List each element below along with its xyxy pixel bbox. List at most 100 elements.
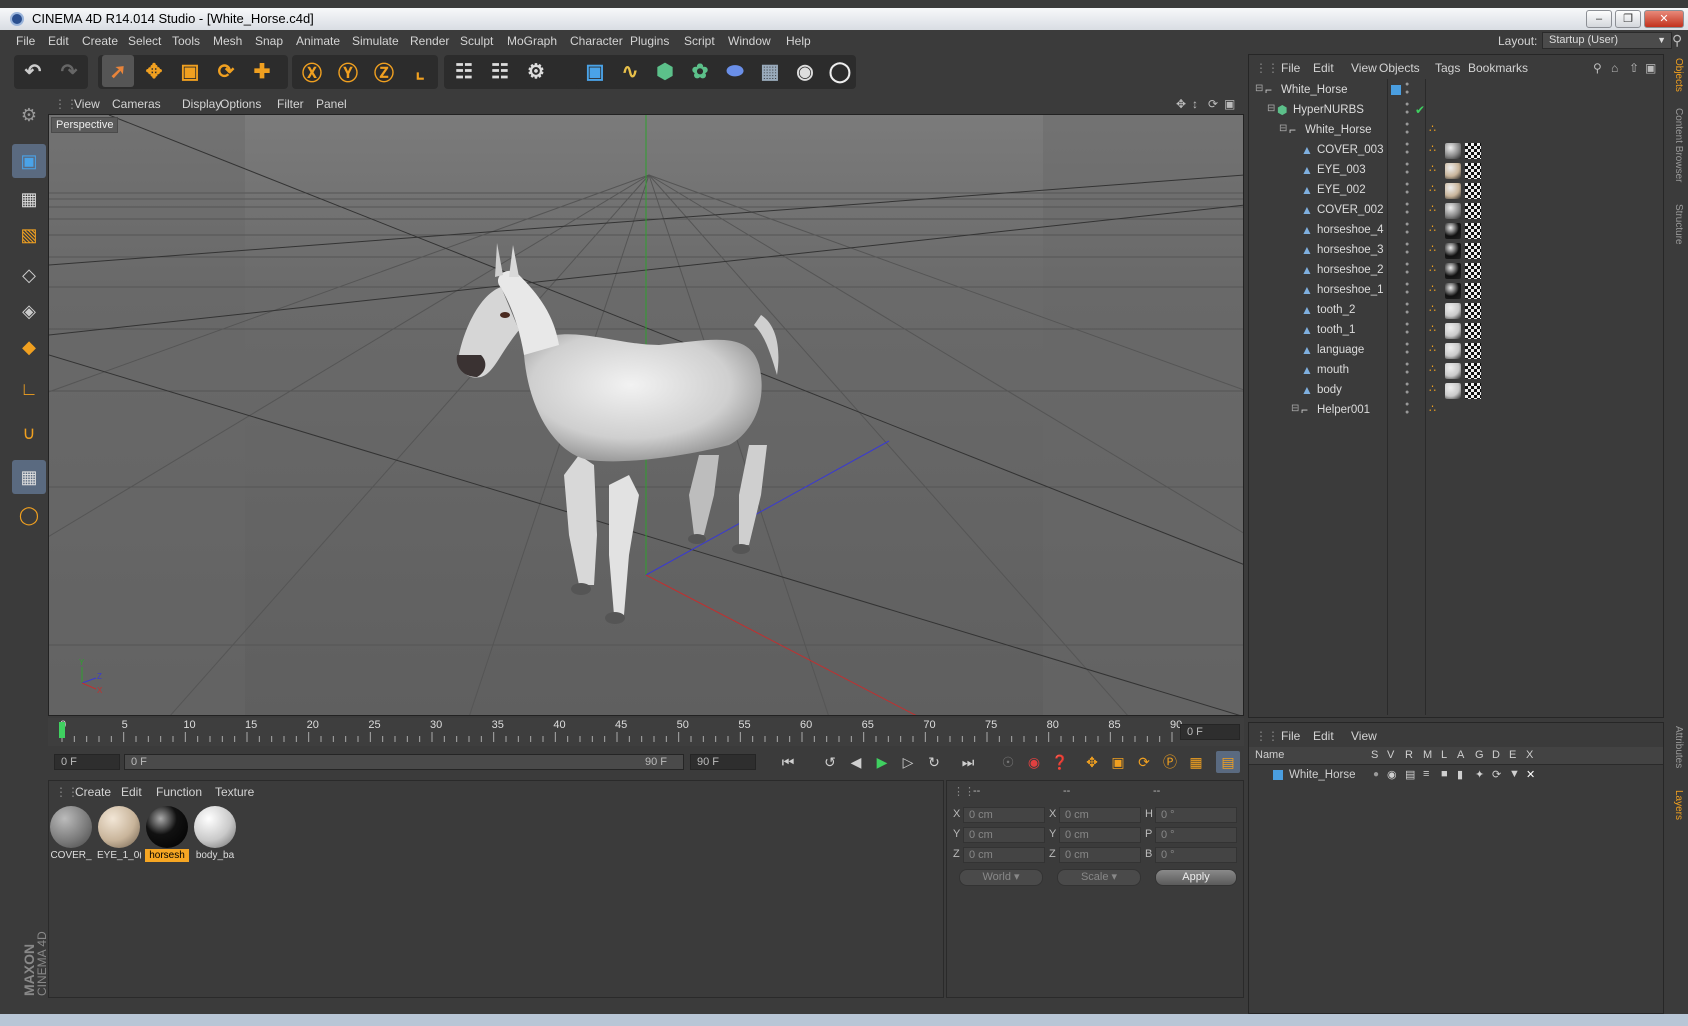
enabled-check-icon[interactable]: ✔: [1415, 103, 1425, 117]
visibility-dots[interactable]: ● ●: [1405, 101, 1409, 117]
uvw-tag-icon[interactable]: [1465, 243, 1481, 259]
up-level-icon[interactable]: ⇧: [1629, 61, 1639, 75]
uvw-tag-icon[interactable]: [1465, 283, 1481, 299]
uvw-tag-icon[interactable]: [1465, 323, 1481, 339]
layers-menu-file[interactable]: File: [1281, 729, 1300, 743]
objects-menu-file[interactable]: File: [1281, 61, 1300, 75]
phong-tag-icon[interactable]: ∴: [1429, 322, 1436, 335]
visibility-dots[interactable]: ● ●: [1405, 141, 1409, 157]
next-key-icon[interactable]: ↻: [922, 751, 946, 773]
uvw-tag-icon[interactable]: [1465, 143, 1481, 159]
layer-view-toggle-icon[interactable]: ◉: [1387, 768, 1397, 781]
material-menu-edit[interactable]: Edit: [121, 785, 142, 799]
phong-tag-icon[interactable]: ∴: [1429, 202, 1436, 215]
menu-mesh[interactable]: Mesh: [213, 34, 242, 48]
pos-z-field[interactable]: 0 cm: [963, 847, 1045, 863]
object-name[interactable]: horseshoe_2: [1317, 264, 1384, 276]
object-row[interactable]: ▲ mouth ● ● ∴: [1249, 361, 1663, 381]
material-tag-icon[interactable]: [1445, 363, 1461, 379]
timeline-window-icon[interactable]: ▤: [1216, 751, 1240, 773]
phong-tag-icon[interactable]: ∴: [1429, 402, 1436, 415]
viewport-menu-panel[interactable]: Panel: [316, 97, 347, 111]
layer-col-animation[interactable]: A: [1457, 749, 1464, 761]
previous-frame-icon[interactable]: ◀: [844, 751, 868, 773]
frame-range-slider[interactable]: 0 F 90 F: [124, 754, 684, 770]
viewport-menu-view[interactable]: View: [74, 97, 100, 111]
object-name[interactable]: EYE_002: [1317, 184, 1366, 196]
material-tag-icon[interactable]: [1445, 163, 1461, 179]
uvw-tag-icon[interactable]: [1465, 303, 1481, 319]
layer-col-generators[interactable]: G: [1475, 749, 1484, 761]
phong-tag-icon[interactable]: ∴: [1429, 262, 1436, 275]
menu-window[interactable]: Window: [728, 34, 771, 48]
material-tag-icon[interactable]: [1445, 303, 1461, 319]
layer-render-toggle-icon[interactable]: ▤: [1405, 768, 1415, 781]
close-button[interactable]: ✕: [1644, 10, 1684, 28]
rot-h-field[interactable]: 0 °: [1155, 807, 1237, 823]
object-name[interactable]: White_Horse: [1305, 124, 1371, 136]
cube-object-icon[interactable]: ▣: [579, 55, 611, 87]
key-scale-icon[interactable]: ▣: [1106, 751, 1130, 773]
object-row[interactable]: ⌐ ⊟ Helper001 ● ● ∴: [1249, 401, 1663, 421]
deformer-object-icon[interactable]: ⬬: [719, 55, 751, 87]
layer-color-swatch[interactable]: [1273, 770, 1283, 780]
visibility-dots[interactable]: ● ●: [1405, 241, 1409, 257]
menu-simulate[interactable]: Simulate: [352, 34, 399, 48]
object-row[interactable]: ▲ horseshoe_3 ● ● ∴: [1249, 241, 1663, 261]
material-swatch-body[interactable]: body_ba: [193, 805, 237, 863]
menu-tools[interactable]: Tools: [172, 34, 200, 48]
menu-mograph[interactable]: MoGraph: [507, 34, 557, 48]
pos-y-field[interactable]: 0 cm: [963, 827, 1045, 843]
visibility-dots[interactable]: ● ●: [1405, 281, 1409, 297]
phong-tag-icon[interactable]: ∴: [1429, 142, 1436, 155]
material-swatch-eye[interactable]: EYE_1_0(: [97, 805, 141, 863]
material-tag-icon[interactable]: [1445, 243, 1461, 259]
layer-animation-toggle-icon[interactable]: ▮: [1457, 768, 1463, 781]
play-icon[interactable]: ▶: [870, 751, 894, 773]
material-menu-create[interactable]: Create: [75, 785, 111, 799]
search-icon[interactable]: ⚲: [1672, 32, 1682, 49]
edges-mode-icon[interactable]: ◈: [12, 294, 46, 328]
visibility-dots[interactable]: ● ●: [1405, 181, 1409, 197]
key-rotation-icon[interactable]: ⟳: [1132, 751, 1156, 773]
new-window-icon[interactable]: ▣: [1645, 61, 1656, 75]
material-tag-icon[interactable]: [1445, 143, 1461, 159]
layer-expressions-toggle-icon[interactable]: ▼: [1509, 768, 1520, 780]
apply-button[interactable]: Apply: [1155, 869, 1237, 886]
visibility-dots[interactable]: ● ●: [1405, 381, 1409, 397]
phong-tag-icon[interactable]: ∴: [1429, 342, 1436, 355]
objects-menu-view[interactable]: View: [1351, 61, 1377, 75]
layer-col-view[interactable]: V: [1387, 749, 1394, 761]
model-mode-icon[interactable]: ▣: [12, 144, 46, 178]
coordinate-system-icon[interactable]: ⌞: [404, 55, 436, 87]
layer-color-swatch[interactable]: [1391, 85, 1401, 95]
tab-attributes[interactable]: Attributes: [1668, 726, 1684, 768]
material-swatch-horseshoe[interactable]: horsesh: [145, 805, 189, 863]
object-name[interactable]: tooth_2: [1317, 304, 1355, 316]
timeline-ruler[interactable]: 051015202530354045505560657075808590 0 F: [48, 718, 1244, 746]
render-settings-icon[interactable]: ⚙: [520, 55, 552, 87]
object-name[interactable]: horseshoe_4: [1317, 224, 1384, 236]
viewport-rotate-icon[interactable]: ⟳: [1208, 97, 1218, 111]
layer-deformers-toggle-icon[interactable]: ⟳: [1492, 768, 1501, 781]
go-to-end-icon[interactable]: ⏭: [956, 751, 980, 773]
visibility-dots[interactable]: ● ●: [1405, 321, 1409, 337]
current-frame-field[interactable]: 0 F: [1180, 724, 1240, 740]
tab-content-browser[interactable]: Content Browser: [1668, 108, 1684, 182]
visibility-dots[interactable]: ● ●: [1405, 161, 1409, 177]
object-row[interactable]: ▲ EYE_003 ● ● ∴: [1249, 161, 1663, 181]
texture-mode-icon[interactable]: ▦: [12, 182, 46, 216]
object-row[interactable]: ▲ tooth_1 ● ● ∴: [1249, 321, 1663, 341]
menu-plugins[interactable]: Plugins: [630, 34, 669, 48]
y-axis-lock-icon[interactable]: Ⓨ: [332, 55, 364, 87]
layer-generators-toggle-icon[interactable]: ✦: [1475, 768, 1484, 781]
collapse-icon[interactable]: ⊟: [1255, 83, 1263, 94]
menu-character[interactable]: Character: [570, 34, 623, 48]
x-axis-lock-icon[interactable]: Ⓧ: [296, 55, 328, 87]
menu-animate[interactable]: Animate: [296, 34, 340, 48]
undo-icon[interactable]: ↶: [17, 55, 49, 87]
pos-x-field[interactable]: 0 cm: [963, 807, 1045, 823]
record-keys-icon[interactable]: ☉: [996, 751, 1020, 773]
phong-tag-icon[interactable]: ∴: [1429, 222, 1436, 235]
floor-object-icon[interactable]: ▦: [754, 55, 786, 87]
